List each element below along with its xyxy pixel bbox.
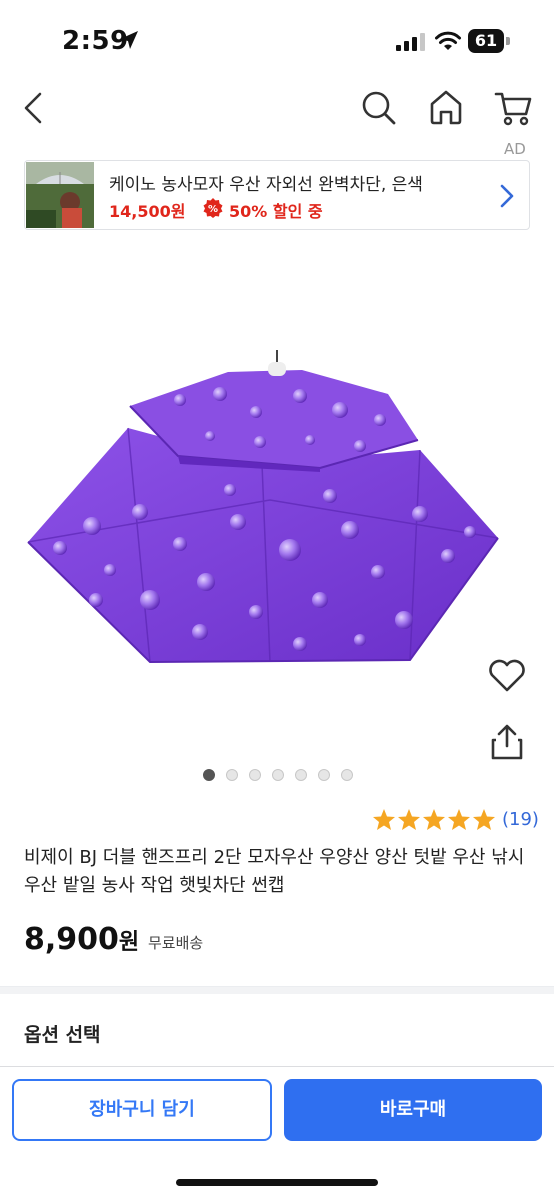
add-to-cart-button[interactable]: 장바구니 담기 (12, 1079, 272, 1141)
battery-level: 61 (474, 31, 498, 50)
ad-banner[interactable]: 케이노 농사모자 우산 자외선 완벽차단, 은색 14,500원 % 50% 할… (24, 160, 530, 230)
ad-discount: 50% 할인 중 (229, 202, 323, 221)
product-image[interactable] (0, 300, 554, 700)
battery-icon: 61 (468, 29, 510, 53)
discount-badge-icon: % (203, 198, 223, 218)
heart-icon[interactable] (486, 656, 528, 696)
ad-label: AD (504, 140, 526, 158)
location-arrow-icon (120, 31, 138, 49)
share-icon[interactable] (488, 722, 526, 762)
pager-dot[interactable] (226, 769, 238, 781)
pager-dot[interactable] (318, 769, 330, 781)
bottom-action-bar: 장바구니 담기 바로구매 (0, 1066, 554, 1200)
cellular-signal-icon (396, 33, 425, 51)
home-icon[interactable] (426, 86, 466, 128)
home-indicator (176, 1179, 378, 1186)
price-number: 8,900 (24, 922, 119, 957)
shipping-info: 무료배송 (148, 934, 204, 952)
buy-now-button[interactable]: 바로구매 (284, 1079, 542, 1141)
pager-dot[interactable] (203, 769, 215, 781)
product-price: 8,900원 (24, 922, 139, 957)
pager-dot[interactable] (249, 769, 261, 781)
price-unit: 원 (118, 930, 140, 955)
back-icon[interactable] (18, 86, 54, 130)
cart-icon[interactable] (492, 86, 534, 128)
search-icon[interactable] (358, 86, 398, 128)
ad-title: 케이노 농사모자 우산 자외선 완벽차단, 은색 (109, 175, 423, 195)
pager-dot[interactable] (295, 769, 307, 781)
image-pager (0, 769, 554, 783)
chevron-right-icon[interactable] (499, 183, 515, 209)
section-divider (0, 986, 554, 994)
ad-price: 14,500원 (109, 202, 186, 221)
pager-dot[interactable] (341, 769, 353, 781)
review-count[interactable]: (19) (502, 809, 539, 830)
ad-thumbnail-image (26, 162, 94, 228)
pager-dot[interactable] (272, 769, 284, 781)
option-select-title[interactable]: 옵션 선택 (24, 1020, 101, 1047)
status-bar: 2:59 61 (0, 0, 554, 84)
discount-badge-text: % (208, 204, 218, 215)
star-rating-icon (373, 809, 495, 830)
rating[interactable]: (19) (372, 806, 542, 834)
product-title: 비제이 BJ 더블 핸즈프리 2단 모자우산 우양산 양산 텃밭 우산 낚시우산… (24, 847, 525, 896)
wifi-icon (435, 31, 461, 50)
